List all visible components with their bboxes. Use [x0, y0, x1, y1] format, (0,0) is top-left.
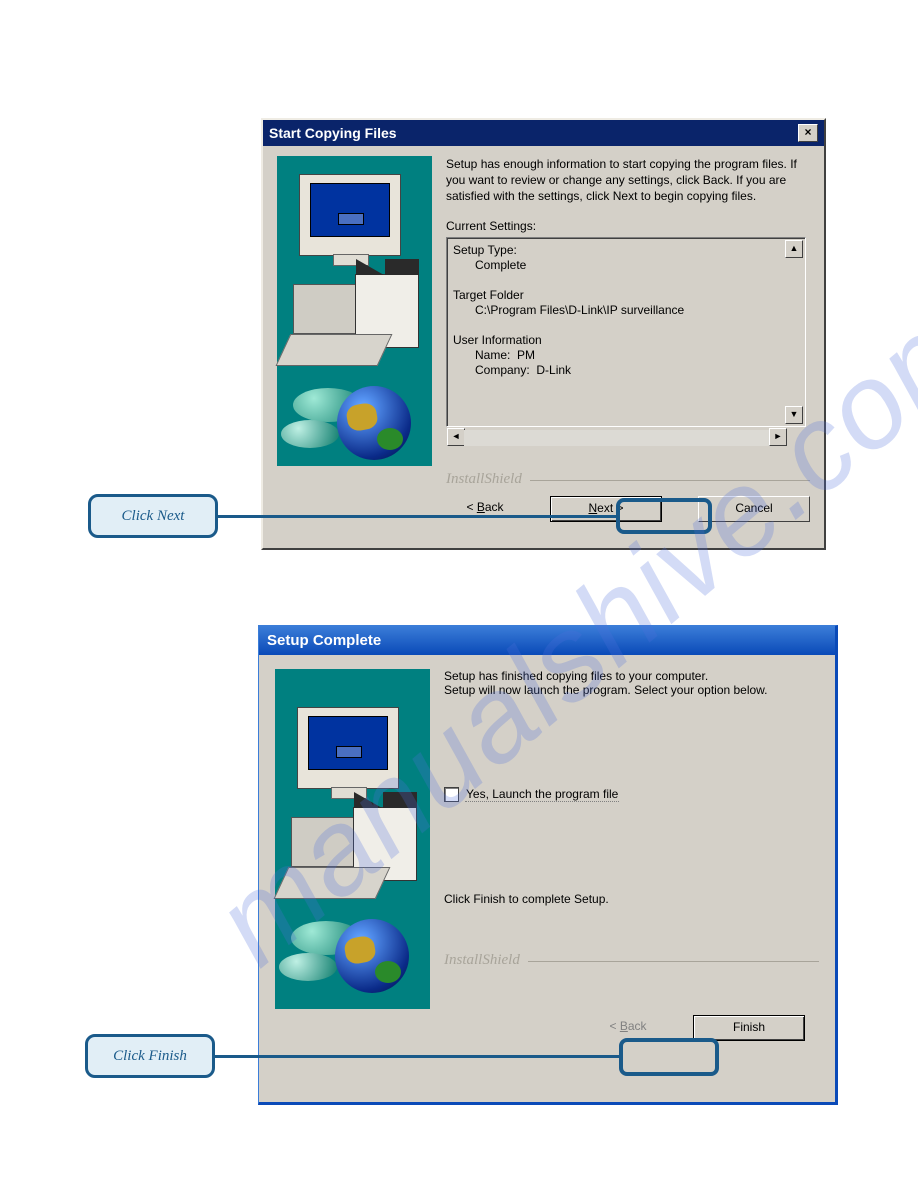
dialog-title: Setup Complete — [267, 632, 381, 649]
callout-click-finish: Click Finish — [85, 1034, 215, 1078]
divider — [528, 961, 819, 962]
scroll-track[interactable] — [464, 430, 770, 446]
company-value: D-Link — [536, 363, 571, 377]
wizard-graphic — [275, 669, 430, 1009]
callout-click-next: Click Next — [88, 494, 218, 538]
titlebar: Setup Complete — [259, 626, 835, 655]
settings-textarea: Setup Type: Complete Target Folder C:\Pr… — [446, 237, 806, 427]
scroll-up-icon[interactable]: ▲ — [785, 240, 803, 258]
installshield-brand: InstallShield — [446, 471, 522, 488]
dialog-start-copying: Start Copying Files × Setup has enough i… — [261, 118, 826, 550]
finish-instruction: Click Finish to complete Setup. — [444, 892, 819, 906]
titlebar: Start Copying Files × — [263, 120, 824, 146]
wizard-graphic — [277, 156, 432, 466]
user-name-value: PM — [517, 348, 535, 362]
scroll-left-icon[interactable]: ◄ — [447, 428, 465, 446]
user-name-label: Name: — [475, 348, 510, 362]
target-folder-label: Target Folder — [453, 288, 799, 302]
dialog-title: Start Copying Files — [269, 125, 397, 141]
finish-line2: Setup will now launch the program. Selec… — [444, 683, 819, 697]
target-folder-value: C:\Program Files\D-Link\IP surveillance — [453, 303, 799, 317]
scroll-down-icon[interactable]: ▼ — [785, 406, 803, 424]
finish-line1: Setup has finished copying files to your… — [444, 669, 819, 683]
cancel-button[interactable]: Cancel — [698, 496, 810, 522]
installshield-brand: InstallShield — [444, 952, 520, 969]
dialog-setup-complete: Setup Complete Setup has finished copyin… — [258, 625, 838, 1105]
highlight-ring-finish — [619, 1038, 719, 1076]
current-settings-label: Current Settings: — [446, 219, 810, 233]
close-icon[interactable]: × — [798, 124, 818, 142]
setup-type-label: Setup Type: — [453, 243, 799, 257]
launch-checkbox-label: Yes, Launch the program file — [465, 787, 619, 802]
callout-connector — [218, 515, 616, 518]
company-label: Company: — [475, 363, 530, 377]
scroll-right-icon[interactable]: ► — [769, 428, 787, 446]
dialog-description: Setup has enough information to start co… — [446, 156, 810, 205]
callout-connector — [215, 1055, 619, 1058]
setup-type-value: Complete — [453, 258, 799, 272]
launch-checkbox[interactable] — [444, 787, 459, 802]
highlight-ring-next — [616, 498, 712, 534]
back-button-disabled: < Back — [573, 1015, 683, 1039]
user-info-label: User Information — [453, 333, 799, 347]
divider — [530, 480, 810, 481]
